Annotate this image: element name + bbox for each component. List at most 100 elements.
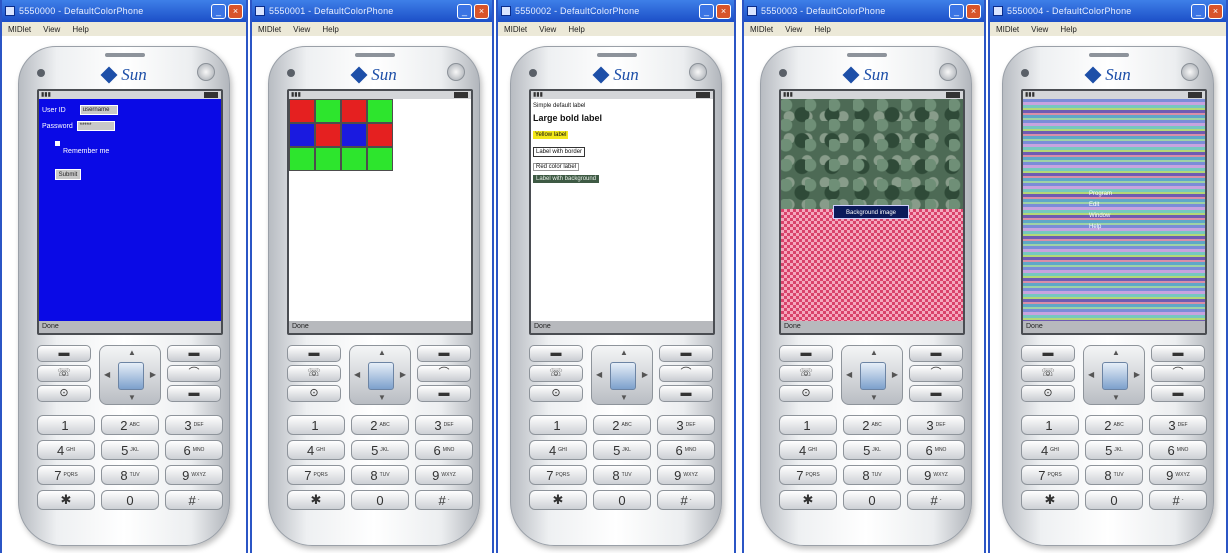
clear-button[interactable]: ⊙ <box>779 385 833 402</box>
close-icon[interactable]: × <box>228 3 243 19</box>
key-2[interactable]: 2 ABC <box>843 415 901 435</box>
right-arrow-icon[interactable]: ▶ <box>1134 370 1140 379</box>
left-arrow-icon[interactable]: ◀ <box>104 370 110 379</box>
key-star[interactable]: ✱ <box>287 490 345 510</box>
back-button[interactable]: ▬ <box>167 385 221 402</box>
left-arrow-icon[interactable]: ◀ <box>596 370 602 379</box>
key-6[interactable]: 6 MNO <box>657 440 715 460</box>
key-5[interactable]: 5 JKL <box>593 440 651 460</box>
minimize-icon[interactable]: _ <box>1191 3 1206 19</box>
select-button[interactable] <box>610 362 636 390</box>
left-softkey-button[interactable]: ▬ <box>37 345 91 362</box>
minimize-icon[interactable]: _ <box>457 3 472 19</box>
key-4[interactable]: 4 GHI <box>37 440 95 460</box>
key-hash[interactable]: # - <box>415 490 473 510</box>
key-7[interactable]: 7 PQRS <box>287 465 345 485</box>
close-icon[interactable]: × <box>966 3 981 19</box>
key-3[interactable]: 3 DEF <box>415 415 473 435</box>
menu-item[interactable]: Program <box>1089 189 1133 200</box>
power-button[interactable] <box>1181 63 1199 81</box>
minimize-icon[interactable]: _ <box>699 3 714 19</box>
clear-button[interactable]: ⊙ <box>529 385 583 402</box>
right-arrow-icon[interactable]: ▶ <box>150 370 156 379</box>
up-arrow-icon[interactable]: ▲ <box>1112 348 1120 357</box>
user-id-input[interactable]: username <box>79 105 118 115</box>
title-bar[interactable]: 5550001 - DefaultColorPhone _ × <box>252 0 492 22</box>
select-button[interactable] <box>368 362 394 390</box>
down-arrow-icon[interactable]: ▼ <box>128 393 136 402</box>
left-softkey-button[interactable]: ▬ <box>779 345 833 362</box>
power-button[interactable] <box>197 63 215 81</box>
key-7[interactable]: 7 PQRS <box>779 465 837 485</box>
title-bar[interactable]: 5550003 - DefaultColorPhone _ × <box>744 0 984 22</box>
menu-help[interactable]: Help <box>814 25 830 34</box>
clear-button[interactable]: ⊙ <box>1021 385 1075 402</box>
key-1[interactable]: 1 <box>1021 415 1079 435</box>
clear-button[interactable]: ⊙ <box>37 385 91 402</box>
minimize-icon[interactable]: _ <box>211 3 226 19</box>
key-hash[interactable]: # - <box>1149 490 1207 510</box>
key-8[interactable]: 8 TUV <box>351 465 409 485</box>
submit-button[interactable]: Submit <box>55 169 81 180</box>
key-3[interactable]: 3 DEF <box>1149 415 1207 435</box>
key-5[interactable]: 5 JKL <box>1085 440 1143 460</box>
title-bar[interactable]: 5550002 - DefaultColorPhone _ × <box>498 0 734 22</box>
key-9[interactable]: 9 WXYZ <box>165 465 223 485</box>
key-7[interactable]: 7 PQRS <box>1021 465 1079 485</box>
key-4[interactable]: 4 GHI <box>779 440 837 460</box>
key-5[interactable]: 5 JKL <box>101 440 159 460</box>
title-bar[interactable]: 5550000 - DefaultColorPhone _ × <box>2 0 246 22</box>
menu-midlet[interactable]: MIDlet <box>750 25 773 34</box>
menu-midlet[interactable]: MIDlet <box>8 25 31 34</box>
key-8[interactable]: 8 TUV <box>843 465 901 485</box>
left-arrow-icon[interactable]: ◀ <box>1088 370 1094 379</box>
close-icon[interactable]: × <box>474 3 489 19</box>
key-9[interactable]: 9 WXYZ <box>907 465 965 485</box>
key-1[interactable]: 1 <box>529 415 587 435</box>
password-input[interactable]: ***** <box>76 121 115 131</box>
down-arrow-icon[interactable]: ▼ <box>1112 393 1120 402</box>
key-2[interactable]: 2 ABC <box>1085 415 1143 435</box>
softkey-label[interactable]: Done <box>534 323 551 330</box>
left-arrow-icon[interactable]: ◀ <box>846 370 852 379</box>
left-softkey-button[interactable]: ▬ <box>287 345 341 362</box>
menu-item[interactable]: Help <box>1089 222 1133 233</box>
menu-item[interactable]: Edit <box>1089 200 1133 211</box>
call-button[interactable]: ☏ <box>37 365 91 382</box>
key-8[interactable]: 8 TUV <box>101 465 159 485</box>
remember-checkbox[interactable] <box>55 141 60 146</box>
right-softkey-button[interactable]: ▬ <box>659 345 713 362</box>
key-2[interactable]: 2 ABC <box>593 415 651 435</box>
key-1[interactable]: 1 <box>779 415 837 435</box>
back-button[interactable]: ▬ <box>1151 385 1205 402</box>
menu-view[interactable]: View <box>1031 25 1048 34</box>
call-button[interactable]: ☏ <box>529 365 583 382</box>
left-arrow-icon[interactable]: ◀ <box>354 370 360 379</box>
key-4[interactable]: 4 GHI <box>529 440 587 460</box>
key-9[interactable]: 9 WXYZ <box>1149 465 1207 485</box>
key-9[interactable]: 9 WXYZ <box>657 465 715 485</box>
key-6[interactable]: 6 MNO <box>1149 440 1207 460</box>
menu-view[interactable]: View <box>43 25 60 34</box>
key-3[interactable]: 3 DEF <box>907 415 965 435</box>
back-button[interactable]: ▬ <box>909 385 963 402</box>
softkey-label[interactable]: Done <box>292 323 309 330</box>
key-7[interactable]: 7 PQRS <box>37 465 95 485</box>
key-0[interactable]: 0 <box>843 490 901 510</box>
right-arrow-icon[interactable]: ▶ <box>642 370 648 379</box>
menu-help[interactable]: Help <box>72 25 88 34</box>
power-button[interactable] <box>939 63 957 81</box>
select-button[interactable] <box>860 362 886 390</box>
key-4[interactable]: 4 GHI <box>1021 440 1079 460</box>
menu-view[interactable]: View <box>293 25 310 34</box>
end-call-button[interactable]: ⌒ <box>1151 365 1205 382</box>
right-softkey-button[interactable]: ▬ <box>167 345 221 362</box>
menu-item[interactable]: Window <box>1089 211 1133 222</box>
title-bar[interactable]: 5550004 - DefaultColorPhone _ × <box>990 0 1226 22</box>
power-button[interactable] <box>447 63 465 81</box>
key-9[interactable]: 9 WXYZ <box>415 465 473 485</box>
minimize-icon[interactable]: _ <box>949 3 964 19</box>
key-4[interactable]: 4 GHI <box>287 440 345 460</box>
right-softkey-button[interactable]: ▬ <box>909 345 963 362</box>
menu-midlet[interactable]: MIDlet <box>504 25 527 34</box>
